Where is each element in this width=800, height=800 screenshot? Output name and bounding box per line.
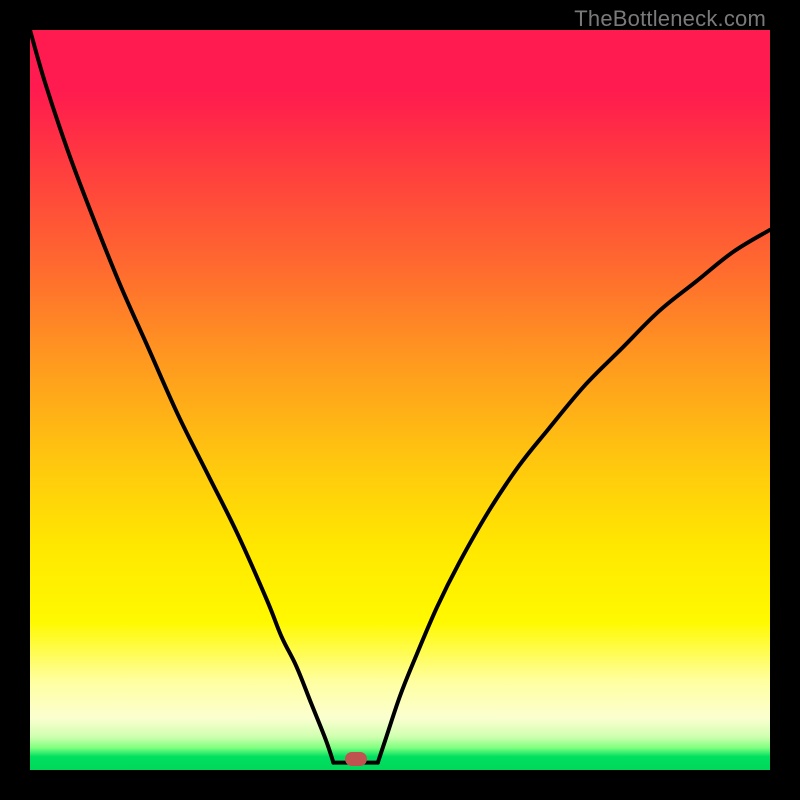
watermark-text: TheBottleneck.com [574,6,766,32]
curve-left-branch [30,30,333,763]
chart-frame: TheBottleneck.com [0,0,800,800]
valley-marker [345,752,367,766]
curve-right-branch [378,230,770,763]
bottleneck-curve [30,30,770,770]
plot-area [30,30,770,770]
